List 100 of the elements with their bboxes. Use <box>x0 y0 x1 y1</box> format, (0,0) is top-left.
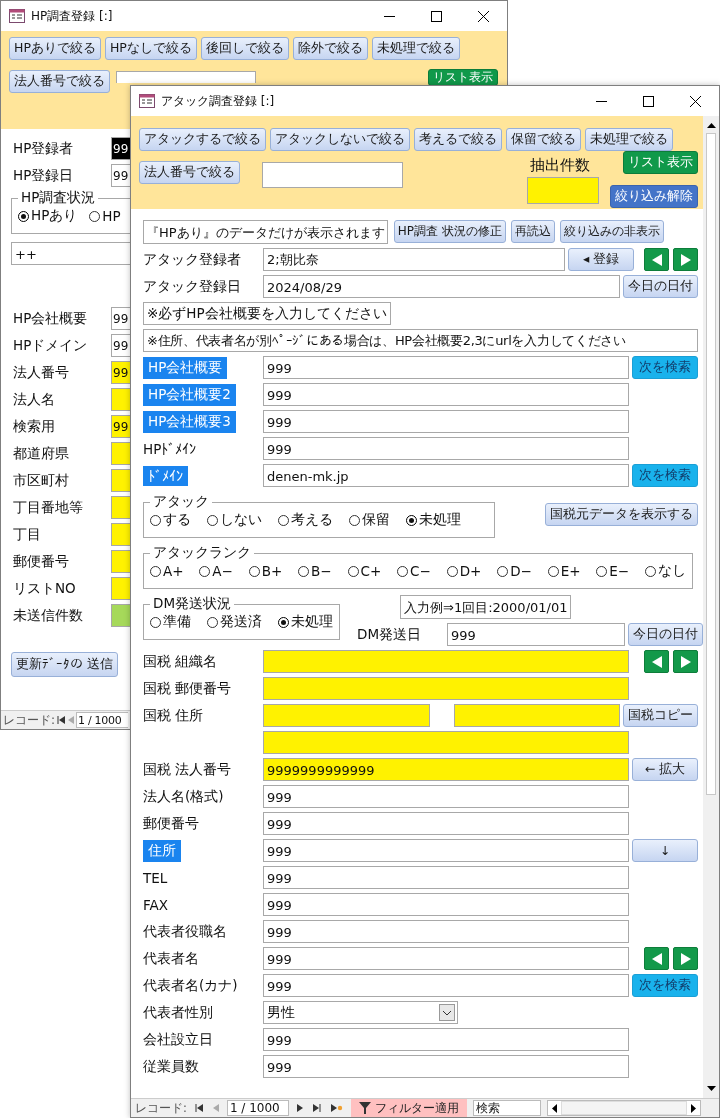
filter-button[interactable]: HPなしで絞る <box>104 37 197 60</box>
filter-button[interactable]: 除外で絞る <box>292 37 368 60</box>
text-field[interactable]: 2024/08/29 <box>263 275 620 298</box>
text-field[interactable]: 9999999999999 <box>263 758 629 781</box>
corporate-number-field[interactable] <box>262 162 403 188</box>
text-field[interactable]: 999 <box>263 383 629 406</box>
action-button[interactable]: 今日の日付 <box>623 275 698 298</box>
text-field[interactable]: 99 <box>111 415 131 438</box>
radio-button[interactable] <box>397 565 409 577</box>
action-button[interactable]: 国税元データを表示する <box>545 503 698 526</box>
corporate-number-field[interactable] <box>116 71 256 83</box>
radio-button[interactable] <box>645 565 656 577</box>
radio-button[interactable] <box>298 565 310 577</box>
filter-button[interactable]: 保留で絞る <box>506 128 581 151</box>
radio-button[interactable] <box>497 565 509 577</box>
filter-button[interactable]: 未処理で絞る <box>371 37 460 60</box>
text-field[interactable]: 999 <box>263 920 629 943</box>
action-button[interactable]: 絞り込みの非表示 <box>559 220 664 243</box>
scrollbar-thumb[interactable] <box>560 1101 687 1115</box>
next-button[interactable] <box>673 947 698 970</box>
text-field[interactable]: 99 <box>111 307 131 330</box>
text-field[interactable]: 99 <box>111 334 131 357</box>
radio-button[interactable] <box>406 514 417 526</box>
action-button[interactable]: 次を検索 <box>632 356 698 379</box>
text-field[interactable] <box>263 704 430 727</box>
text-field[interactable] <box>111 604 131 627</box>
radio-button[interactable] <box>278 514 289 526</box>
radio-button[interactable] <box>18 210 29 222</box>
radio-button[interactable] <box>446 565 458 577</box>
text-field[interactable] <box>111 442 131 465</box>
text-field[interactable] <box>111 523 131 546</box>
text-field[interactable]: 999 <box>263 893 629 916</box>
previous-button[interactable] <box>644 248 669 271</box>
text-field[interactable]: 99 <box>111 137 131 160</box>
first-record-button[interactable] <box>56 716 67 724</box>
next-button[interactable] <box>673 248 698 271</box>
vertical-scrollbar[interactable] <box>703 116 719 1098</box>
text-field[interactable]: 999 <box>263 1055 629 1078</box>
previous-button[interactable] <box>644 947 669 970</box>
text-field[interactable] <box>263 677 629 700</box>
send-button[interactable]: 更新ﾃﾞｰﾀの 送信 <box>11 652 118 677</box>
text-field[interactable]: ++ <box>11 242 131 265</box>
next-button[interactable] <box>673 650 698 673</box>
radio-button[interactable] <box>199 565 211 577</box>
text-field[interactable]: 999 <box>263 974 629 997</box>
radio-button[interactable] <box>596 565 608 577</box>
text-field[interactable]: 999 <box>263 785 629 808</box>
text-field[interactable]: 2;朝比奈 <box>263 248 565 271</box>
action-button[interactable]: ↓ <box>632 839 698 862</box>
text-field[interactable] <box>263 731 629 754</box>
action-button[interactable]: 今日の日付 <box>628 623 703 646</box>
action-button[interactable]: 再読込 <box>510 220 555 243</box>
radio-button[interactable] <box>347 565 359 577</box>
action-button[interactable]: 国税コピー <box>623 704 698 727</box>
action-button[interactable]: ◂ 登録 <box>568 248 634 271</box>
horizontal-scrollbar[interactable] <box>546 1100 701 1116</box>
text-field[interactable]: 999 <box>263 947 629 970</box>
text-field[interactable]: 999 <box>263 1028 629 1051</box>
text-field[interactable]: 999 <box>263 410 629 433</box>
radio-button[interactable] <box>278 616 289 628</box>
filter-button[interactable]: 考えるで絞る <box>414 128 502 151</box>
text-field[interactable] <box>111 577 131 600</box>
filter-button[interactable]: 法人番号で絞る <box>139 161 240 184</box>
filter-button[interactable]: アタックしないで絞る <box>270 128 410 151</box>
next-record-button[interactable] <box>294 1104 305 1112</box>
text-field[interactable]: 999 <box>263 866 629 889</box>
radio-button[interactable] <box>349 514 360 526</box>
last-record-button[interactable] <box>310 1104 323 1112</box>
new-record-button[interactable] <box>328 1104 345 1112</box>
text-field[interactable] <box>453 704 620 727</box>
text-field[interactable] <box>111 469 131 492</box>
text-field[interactable]: 999 <box>263 812 629 835</box>
text-field[interactable]: 999 <box>447 623 625 646</box>
filter-button[interactable]: 未処理で絞る <box>585 128 673 151</box>
dropdown[interactable]: 男性 <box>263 1001 458 1024</box>
first-record-button[interactable] <box>192 1104 205 1112</box>
action-button[interactable]: ← 拡大 <box>632 758 698 781</box>
filter-button[interactable]: HPありで絞る <box>9 37 101 60</box>
text-field[interactable]: 99 <box>111 361 131 384</box>
text-field[interactable]: 999 <box>263 839 629 862</box>
filter-toggle[interactable]: フィルター適用 <box>350 1099 467 1117</box>
previous-button[interactable] <box>644 650 669 673</box>
radio-button[interactable] <box>150 514 161 526</box>
text-field[interactable] <box>111 496 131 519</box>
action-button[interactable]: 次を検索 <box>632 974 698 997</box>
filter-button[interactable]: 法人番号で絞る <box>9 70 110 93</box>
text-field[interactable] <box>111 550 131 573</box>
radio-button[interactable] <box>207 514 218 526</box>
search-field[interactable]: 検索 <box>472 1100 541 1116</box>
record-number-field[interactable]: 1 / 1000 <box>76 712 129 728</box>
filter-button[interactable]: 後回しで絞る <box>200 37 289 60</box>
radio-button[interactable] <box>207 616 218 628</box>
radio-button[interactable] <box>547 565 559 577</box>
text-field[interactable]: 999 <box>263 437 629 460</box>
radio-button[interactable] <box>248 565 260 577</box>
radio-button[interactable] <box>150 616 161 628</box>
action-button[interactable]: HP調査 状況の修正 <box>393 220 506 243</box>
scrollbar-thumb[interactable] <box>706 133 716 795</box>
text-field[interactable]: denen-mk.jp <box>263 464 629 487</box>
list-button[interactable]: リスト表示 <box>623 151 698 174</box>
